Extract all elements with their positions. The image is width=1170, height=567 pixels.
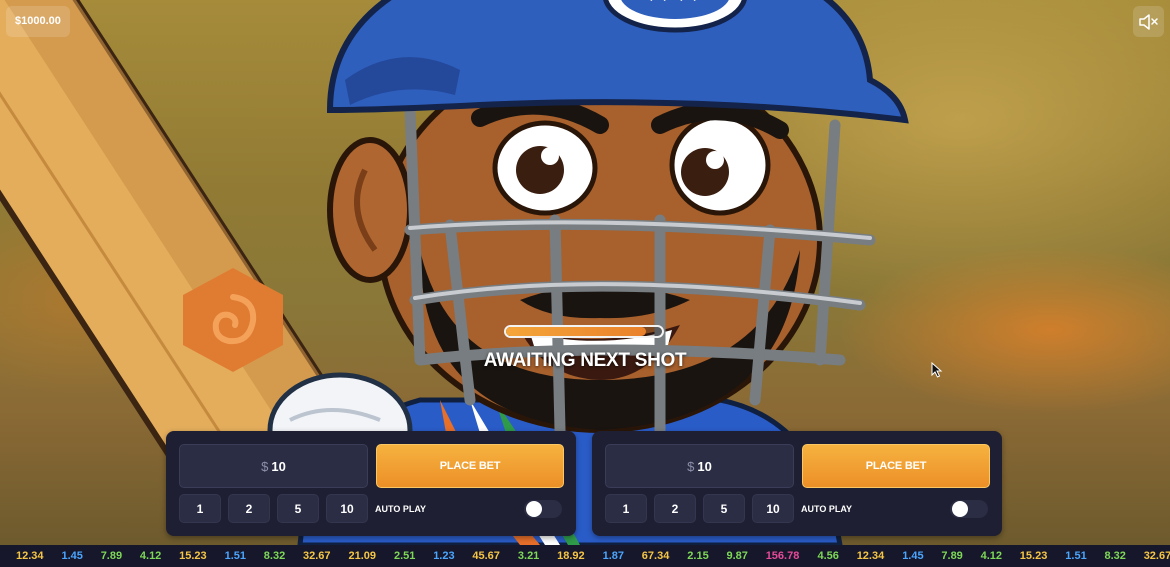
history-multiplier: 4.56 (817, 550, 839, 562)
history-multiplier: 32.67 (303, 550, 331, 562)
history-multiplier: 1.45 (61, 550, 83, 562)
history-multiplier: 21.09 (348, 550, 377, 562)
quick-bet-chip-1[interactable]: 1 (179, 494, 221, 523)
history-multiplier: 4.12 (139, 550, 162, 562)
history-multiplier: 18.92 (557, 550, 585, 562)
auto-play-label: AUTO PLAY (801, 504, 853, 514)
round-status: AWAITING NEXT SHOT (483, 350, 687, 371)
history-multiplier: 1.51 (224, 550, 247, 562)
history-multiplier: 3.21 (517, 550, 540, 562)
auto-play-toggle[interactable] (950, 500, 988, 518)
round-progress-bar (504, 325, 664, 338)
auto-play-toggle[interactable] (524, 500, 562, 518)
history-multiplier: 12.34 (16, 550, 44, 562)
place-bet-button[interactable]: PLACE BET (802, 444, 990, 488)
history-multiplier: 2.51 (394, 550, 416, 562)
history-multiplier: 156.78 (765, 550, 800, 562)
history-multiplier: 45.67 (472, 550, 500, 562)
history-multiplier: 1.23 (433, 550, 455, 562)
bet-panel-1: $ 10 PLACE BET 1 2 5 10 AUTO PLAY (166, 431, 576, 536)
auto-play-label: AUTO PLAY (375, 504, 427, 514)
history-multiplier: 4.12 (980, 550, 1003, 562)
history-multiplier: 2.15 (687, 550, 709, 562)
bet-amount-input[interactable]: $ 10 (605, 444, 794, 488)
currency-symbol: $ (687, 458, 695, 474)
currency-symbol: $ (261, 458, 269, 474)
history-multiplier: 67.34 (641, 550, 670, 562)
toggle-knob (952, 501, 968, 517)
history-multiplier: 15.23 (179, 550, 207, 562)
balance-display: $1000.00 (6, 6, 70, 37)
quick-bet-chip-10[interactable]: 10 (326, 494, 368, 523)
round-progress-fill (506, 327, 647, 336)
mouse-pointer-icon (931, 362, 943, 378)
history-multiplier: 8.32 (1104, 550, 1126, 562)
multiplier-history-ticker: 12.34 1.45 7.89 4.12 15.23 1.51 8.32 32.67 21.09… (0, 545, 1170, 567)
toggle-knob (526, 501, 542, 517)
history-multiplier: 1.45 (902, 550, 924, 562)
bet-amount-input[interactable]: $ 10 (179, 444, 368, 488)
quick-bet-chip-10[interactable]: 10 (752, 494, 794, 523)
quick-bet-chip-5[interactable]: 5 (277, 494, 319, 523)
history-multiplier: 1.87 (602, 550, 625, 562)
speaker-muted-icon (1138, 13, 1158, 30)
bet-panel-2: $ 10 PLACE BET 1 2 5 10 AUTO PLAY (592, 431, 1002, 536)
history-multiplier: 15.23 (1019, 550, 1048, 562)
history-multiplier: 8.32 (263, 550, 286, 562)
bet-amount-value: 10 (271, 458, 286, 474)
history-multiplier: 32.67 (1143, 550, 1170, 562)
place-bet-button[interactable]: PLACE BET (376, 444, 564, 488)
quick-bet-chip-5[interactable]: 5 (703, 494, 745, 523)
history-multiplier: 12.34 (856, 550, 885, 562)
history-multiplier: 7.89 (100, 550, 123, 562)
quick-bet-chip-2[interactable]: 2 (654, 494, 696, 523)
mute-button[interactable] (1133, 6, 1164, 37)
quick-bet-chip-1[interactable]: 1 (605, 494, 647, 523)
quick-bet-chip-2[interactable]: 2 (228, 494, 270, 523)
history-multiplier: 7.89 (941, 550, 963, 562)
history-multiplier: 1.51 (1065, 550, 1087, 562)
history-multiplier: 9.87 (726, 550, 748, 562)
bet-amount-value: 10 (697, 458, 712, 474)
